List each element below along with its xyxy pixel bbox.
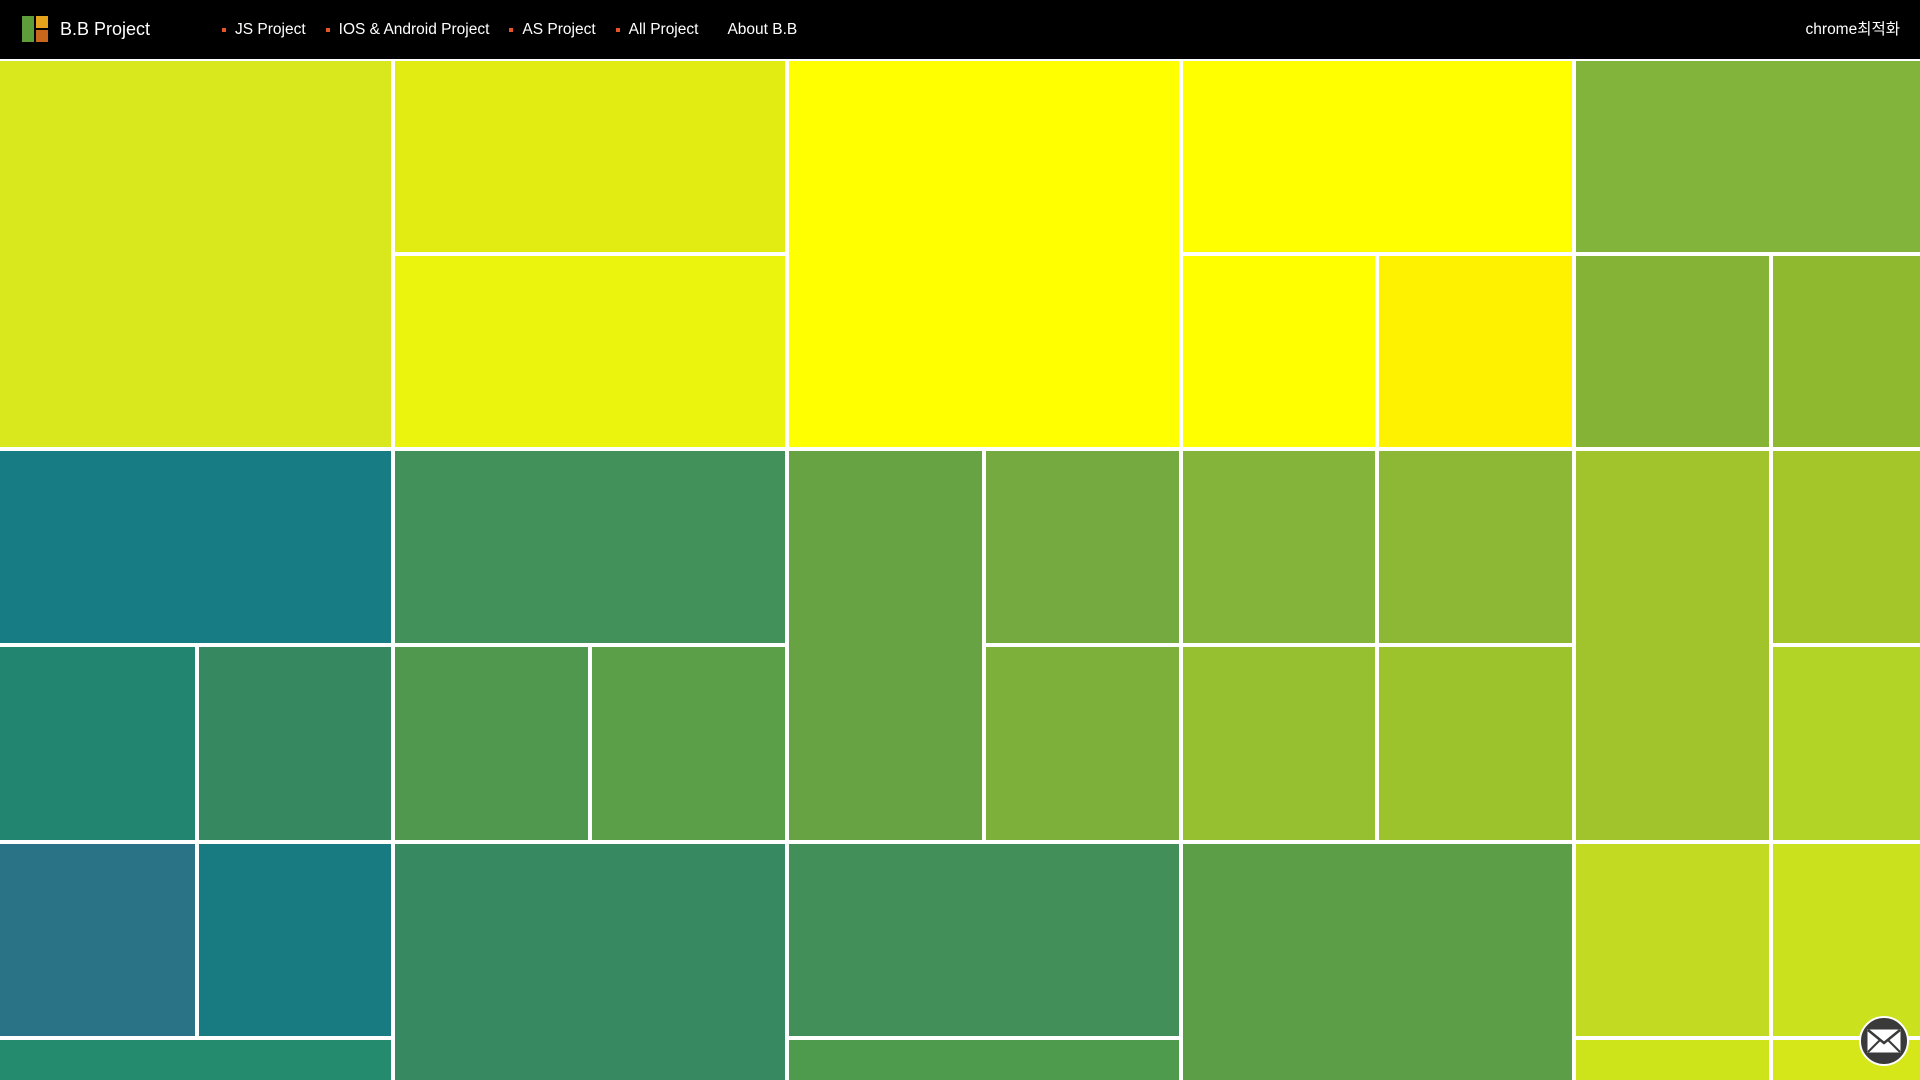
project-tile-grid xyxy=(0,0,1920,1080)
browser-note: chrome최적화 xyxy=(1805,21,1900,38)
bullet-icon xyxy=(509,28,514,32)
nav-item-ios-android-project[interactable]: IOS & Android Project xyxy=(325,19,490,41)
project-tile[interactable] xyxy=(1576,844,1769,1036)
project-tile[interactable] xyxy=(0,61,391,447)
nav-item-label: IOS & Android Project xyxy=(338,21,490,38)
project-tile[interactable] xyxy=(1379,256,1572,447)
nav-item-js-project[interactable]: JS Project xyxy=(222,19,306,41)
top-navigation-bar: B.B Project JS Project IOS & Android Pro… xyxy=(0,0,1920,59)
main-nav: JS Project IOS & Android Project AS Proj… xyxy=(222,19,817,41)
project-tile[interactable] xyxy=(986,647,1179,840)
project-tile[interactable] xyxy=(0,647,195,840)
project-tile[interactable] xyxy=(789,61,1179,447)
project-tile[interactable] xyxy=(789,1040,1179,1080)
project-tile[interactable] xyxy=(395,844,785,1080)
project-tile[interactable] xyxy=(1773,647,1920,840)
project-tile[interactable] xyxy=(395,256,785,447)
mail-button[interactable] xyxy=(1859,1016,1909,1066)
bullet-icon xyxy=(222,28,226,32)
project-tile[interactable] xyxy=(0,451,391,643)
brand-title[interactable]: B.B Project xyxy=(60,18,150,40)
nav-item-label: About B.B xyxy=(727,21,798,38)
project-tile[interactable] xyxy=(1379,451,1572,643)
project-tile[interactable] xyxy=(789,844,1179,1036)
nav-item-as-project[interactable]: AS Project xyxy=(509,19,596,41)
project-tile[interactable] xyxy=(1379,647,1572,840)
nav-item-label: JS Project xyxy=(235,21,306,38)
project-tile[interactable] xyxy=(789,451,982,840)
project-tile[interactable] xyxy=(395,451,785,643)
bullet-icon xyxy=(615,28,620,32)
project-tile[interactable] xyxy=(395,647,588,840)
project-tile[interactable] xyxy=(0,844,195,1036)
project-tile[interactable] xyxy=(1576,1040,1769,1080)
project-tile[interactable] xyxy=(1773,451,1920,643)
project-tile[interactable] xyxy=(1183,61,1572,252)
bullet-icon xyxy=(325,28,330,32)
project-tile[interactable] xyxy=(1773,256,1920,447)
nav-item-about[interactable]: About B.B xyxy=(727,19,797,41)
logo-square-left xyxy=(22,16,34,42)
logo-square-bottom-right xyxy=(36,30,48,42)
project-tile[interactable] xyxy=(1183,256,1375,447)
nav-item-label: All Project xyxy=(628,21,699,38)
project-tile[interactable] xyxy=(1183,647,1375,840)
project-tile[interactable] xyxy=(1576,61,1920,252)
project-tile[interactable] xyxy=(1576,256,1769,447)
mail-icon xyxy=(1867,1029,1901,1053)
project-tile[interactable] xyxy=(1183,844,1572,1080)
project-tile[interactable] xyxy=(199,647,391,840)
nav-item-label: AS Project xyxy=(522,21,596,38)
project-tile[interactable] xyxy=(986,451,1179,643)
project-tile[interactable] xyxy=(592,647,785,840)
project-tile[interactable] xyxy=(395,61,785,252)
project-tile[interactable] xyxy=(199,844,391,1036)
project-tile[interactable] xyxy=(1576,451,1769,840)
logo-square-top-right xyxy=(36,16,48,28)
project-tile[interactable] xyxy=(1773,844,1920,1036)
project-tile[interactable] xyxy=(0,1040,391,1080)
nav-item-all-project[interactable]: All Project xyxy=(615,19,699,41)
project-tile[interactable] xyxy=(1183,451,1375,643)
logo-icon[interactable] xyxy=(22,16,48,42)
